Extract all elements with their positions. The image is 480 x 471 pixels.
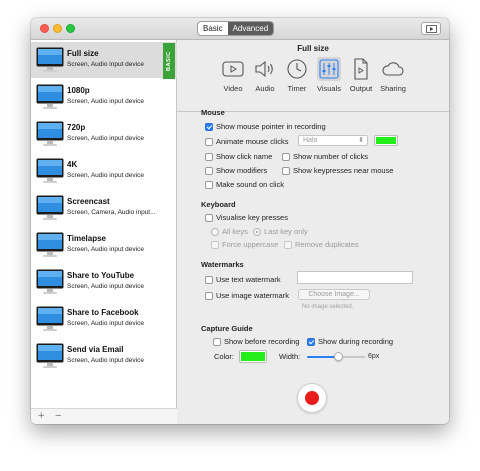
show-before-checkbox[interactable] [213, 337, 221, 346]
show-modifiers-row[interactable]: Show modifiers [205, 166, 267, 175]
visualise-keys-row[interactable]: Visualise key presses [205, 213, 288, 222]
guide-width-value: 6px [368, 353, 380, 360]
image-watermark-label: Use image watermark [216, 291, 289, 300]
image-watermark-row[interactable]: Use image watermark [205, 291, 289, 300]
show-keypresses-row[interactable]: Show keypresses near mouse [282, 166, 393, 175]
all-keys-label: All keys [222, 227, 248, 236]
last-key-row[interactable]: Last key only [253, 227, 308, 236]
text-watermark-label: Use text watermark [216, 275, 281, 284]
show-click-name-label: Show click name [216, 152, 273, 161]
show-during-label: Show during recording [318, 337, 394, 346]
all-keys-row[interactable]: All keys [211, 227, 248, 236]
capture-guide-heading: Capture Guide [201, 324, 253, 333]
dropdown-arrows-icon: ⬍ [358, 137, 364, 144]
force-uppercase-label: Force uppercase [222, 240, 279, 249]
record-icon [305, 391, 319, 405]
show-pointer-label: Show mouse pointer in recording [216, 122, 326, 131]
guide-color-swatch[interactable] [239, 350, 267, 363]
last-key-radio[interactable] [253, 227, 261, 236]
choose-image-button[interactable]: Choose Image... [298, 289, 370, 300]
text-watermark-checkbox[interactable] [205, 275, 213, 284]
show-pointer-checkbox[interactable] [205, 122, 213, 131]
animate-clicks-checkbox[interactable] [205, 137, 213, 146]
keyboard-heading: Keyboard [201, 200, 236, 209]
image-watermark-checkbox[interactable] [205, 291, 213, 300]
show-during-row[interactable]: Show during recording [307, 337, 393, 346]
remove-duplicates-row[interactable]: Remove duplicates [284, 240, 359, 249]
show-during-checkbox[interactable] [307, 337, 315, 346]
show-click-count-row[interactable]: Show number of clicks [282, 152, 368, 161]
force-uppercase-checkbox[interactable] [211, 240, 219, 249]
visualise-keys-label: Visualise key presses [216, 213, 288, 222]
guide-color-label: Color: [214, 352, 235, 361]
show-before-label: Show before recording [224, 337, 300, 346]
show-pointer-row[interactable]: Show mouse pointer in recording [205, 122, 326, 131]
last-key-label: Last key only [264, 227, 308, 236]
click-color-swatch[interactable] [374, 135, 398, 146]
show-click-name-row[interactable]: Show click name [205, 152, 272, 161]
show-keypresses-checkbox[interactable] [282, 166, 290, 175]
all-keys-radio[interactable] [211, 227, 219, 236]
remove-duplicates-label: Remove duplicates [295, 240, 359, 249]
show-click-count-label: Show number of clicks [293, 152, 369, 161]
guide-width-label: Width: [279, 352, 301, 361]
text-watermark-row[interactable]: Use text watermark [205, 275, 281, 284]
visualise-keys-checkbox[interactable] [205, 213, 213, 222]
show-click-count-checkbox[interactable] [282, 152, 290, 161]
make-sound-row[interactable]: Make sound on click [205, 180, 284, 189]
click-animation-value: Halo [303, 137, 318, 144]
animate-clicks-label: Animate mouse clicks [216, 137, 289, 146]
no-image-hint: No image selected. [302, 304, 354, 310]
make-sound-label: Make sound on click [216, 180, 284, 189]
show-modifiers-checkbox[interactable] [205, 166, 213, 175]
make-sound-checkbox[interactable] [205, 180, 213, 189]
show-modifiers-label: Show modifiers [216, 166, 268, 175]
slider-knob[interactable] [334, 352, 344, 361]
click-animation-dropdown[interactable]: Halo ⬍ [298, 135, 368, 146]
settings-overlay: Mouse Show mouse pointer in recording An… [0, 0, 480, 471]
show-click-name-checkbox[interactable] [205, 152, 213, 161]
record-button[interactable] [297, 383, 327, 413]
remove-duplicates-checkbox[interactable] [284, 240, 292, 249]
mouse-heading: Mouse [201, 108, 225, 117]
animate-clicks-row[interactable]: Animate mouse clicks [205, 137, 289, 146]
guide-width-slider[interactable] [307, 352, 365, 361]
watermark-text-input[interactable] [297, 271, 413, 284]
show-keypresses-label: Show keypresses near mouse [293, 166, 394, 175]
force-uppercase-row[interactable]: Force uppercase [211, 240, 278, 249]
watermarks-heading: Watermarks [201, 260, 244, 269]
show-before-row[interactable]: Show before recording [213, 337, 299, 346]
